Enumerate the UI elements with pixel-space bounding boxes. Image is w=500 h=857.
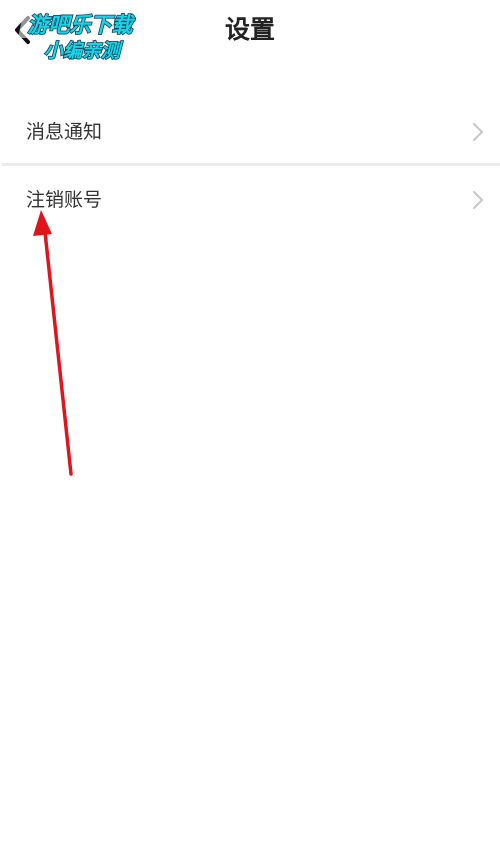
- top-bar: 设置 游吧乐下载 小编亲测: [0, 0, 500, 64]
- watermark-logo: 游吧乐下载 小编亲测: [10, 8, 150, 66]
- divider: [2, 163, 500, 166]
- settings-item-label: 消息通知: [26, 121, 103, 143]
- watermark-line1: 游吧乐下载: [28, 13, 136, 37]
- chevron-right-icon: [472, 122, 484, 142]
- settings-item-notifications[interactable]: 消息通知: [0, 99, 500, 165]
- chevron-right-icon: [472, 190, 484, 210]
- settings-item-delete-account[interactable]: 注销账号: [0, 167, 500, 233]
- settings-screen: 设置 游吧乐下载 小编亲测 消息通知 注销账号: [0, 0, 500, 857]
- settings-item-label: 注销账号: [26, 189, 103, 211]
- watermark-line2: 小编亲测: [44, 40, 124, 62]
